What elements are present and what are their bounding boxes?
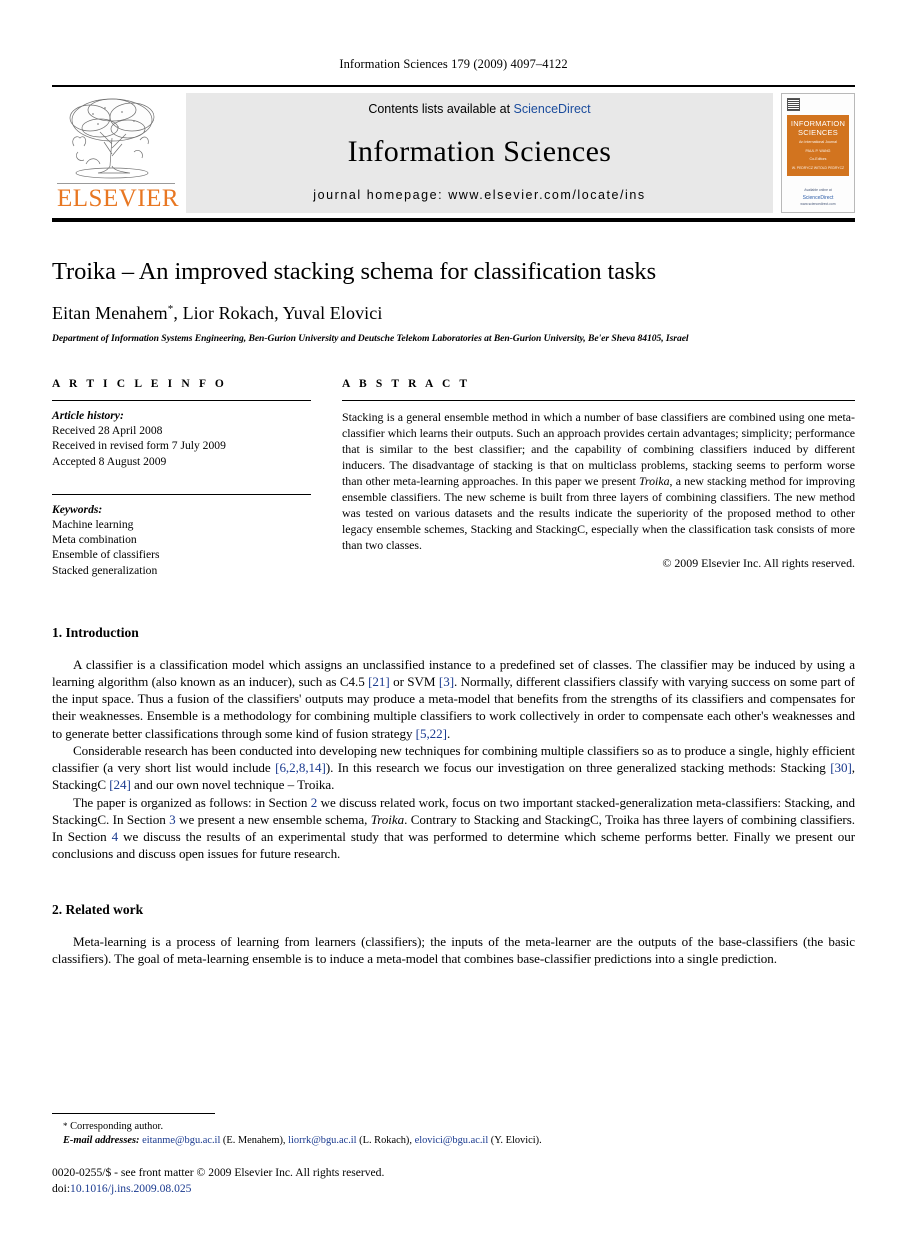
keywords-rule [52,493,311,495]
p1-b: or SVM [389,673,439,689]
doi-line: doi:10.1016/j.ins.2009.08.025 [52,1181,855,1196]
p3-e: we discuss the results of an experimenta… [52,829,855,862]
article-history-group: Article history: Received 28 April 2008 … [52,408,311,469]
email-name-1: (E. Menahem), [220,1134,289,1146]
elsevier-tree-icon [69,98,155,179]
column-gap [311,378,342,578]
keyword-item: Stacked generalization [52,563,158,577]
email-link-2[interactable]: liorrk@bgu.ac.il [288,1135,356,1146]
keyword-item: Meta combination [52,533,137,547]
asterisk-icon: * [63,1121,68,1132]
article-info-column: A R T I C L E I N F O Article history: R… [52,378,311,578]
keyword-item: Machine learning [52,517,134,531]
history-item: Received 28 April 2008 [52,424,163,438]
citation-24[interactable]: [24] [109,777,131,792]
cover-line-3: An International Journal [799,140,837,145]
cover-line-6: Co-Editors [809,157,827,162]
citation-21[interactable]: [21] [368,674,390,689]
affiliation: Department of Information Systems Engine… [52,333,689,344]
article-history-label: Article history: [52,409,124,422]
article-info-rule [52,400,311,401]
p3-troika-italic: Troika [370,811,405,827]
elsevier-logo: ELSEVIER [52,93,180,213]
abstract-troika-italic: Troika [639,474,670,488]
article-info-heading: A R T I C L E I N F O [52,378,227,390]
footnote-rule [52,1113,215,1115]
email-link-1[interactable]: eitanme@bgu.ac.il [142,1135,220,1146]
email-link-3[interactable]: elovici@bgu.ac.il [415,1135,489,1146]
section-heading-introduction: 1. Introduction [52,624,139,640]
p1-d: . [446,725,451,741]
history-item: Received in revised form 7 July 2009 [52,439,226,453]
elsevier-mark-icon [787,98,800,111]
running-head: Information Sciences 179 (2009) 4097–412… [339,57,568,71]
cover-line-7: W. PEDRYCZ WITOLD PEDRYCZ [791,166,845,171]
journal-homepage[interactable]: journal homepage: www.elsevier.com/locat… [313,188,645,202]
abstract-heading: A B S T R A C T [342,378,471,390]
elsevier-wordmark: ELSEVIER [57,183,180,212]
section-heading-related-work: 2. Related work [52,901,144,917]
page-title: Troika – An improved stacking schema for… [52,258,657,285]
cover-title-block: INFORMATION SCIENCES An International Jo… [787,115,849,177]
keyword-item: Ensemble of classifiers [52,548,160,562]
journal-title: Information Sciences [347,135,612,168]
author-list: Eitan Menahem*, Lior Rokach, Yuval Elovi… [52,303,855,324]
sciencedirect-link[interactable]: ScienceDirect [514,102,591,116]
abstract-rule [342,400,855,401]
intro-paragraph-3: The paper is organized as follows: in Se… [52,794,855,863]
related-work-paragraph-1: Meta-learning is a process of learning f… [52,933,855,966]
p3-a: The paper is organized as follows: in Se… [73,794,311,810]
cover-line-2: SCIENCES [798,127,838,137]
p2-d: and our own novel technique – Troika. [130,777,335,793]
abstract-column: A B S T R A C T Stacking is a general en… [342,378,855,578]
intro-paragraph-1: A classifier is a classification model w… [52,656,855,742]
email-addresses-note: E-mail addresses: eitanme@bgu.ac.il (E. … [52,1134,855,1148]
intro-paragraph-2: Considerable research has been conducted… [52,742,855,794]
issn-line: 0020-0255/$ - see front matter © 2009 El… [52,1166,385,1180]
p3-c: we present a new ensemble schema, [175,811,371,827]
journal-cover-thumbnail: INFORMATION SCIENCES An International Jo… [781,93,855,213]
citation-3[interactable]: [3] [439,674,454,689]
footnotes: * Corresponding author. E-mail addresses… [52,1113,855,1196]
cover-footer: Available online at ScienceDirect www.sc… [782,188,854,207]
contents-prefix: Contents lists available at [368,102,514,116]
keywords-label: Keywords: [52,502,103,516]
history-item: Accepted 8 August 2009 [52,454,167,468]
journal-band: Contents lists available at ScienceDirec… [186,93,773,213]
citation-5-22[interactable]: [5,22] [416,726,447,741]
imprint-block: 0020-0255/$ - see front matter © 2009 El… [52,1165,855,1196]
corresponding-author-text: Corresponding author. [70,1121,164,1133]
cover-line-5: PAUL P. WANG [805,148,831,153]
corresponding-author-note: * Corresponding author. [52,1120,855,1134]
p2-b: ). In this research we focus our investi… [325,760,831,776]
keywords-group: Keywords: Machine learning Meta combinat… [52,502,311,578]
email-name-2: (L. Rokach), [356,1134,415,1146]
paper-page: Information Sciences 179 (2009) 4097–412… [0,0,907,1238]
contents-available-line: Contents lists available at ScienceDirec… [368,102,590,116]
email-name-3: (Y. Elovici). [488,1134,542,1146]
citation-6-2-8-14[interactable]: [6,2,8,14] [275,760,326,775]
journal-masthead: ELSEVIER Contents lists available at Sci… [52,85,855,222]
citation-30[interactable]: [30] [830,760,852,775]
doi-label: doi: [52,1181,71,1195]
abstract-text: Stacking is a general ensemble method in… [342,409,855,553]
authors-names: Eitan Menahem*, Lior Rokach, Yuval Elovi… [52,303,383,323]
corresponding-marker: * [167,303,174,315]
email-label: E-mail addresses: [63,1134,140,1146]
cover-foot-3: www.sciencedirect.com [800,201,836,206]
cover-foot-2: ScienceDirect [802,194,834,201]
abstract-copyright: © 2009 Elsevier Inc. All rights reserved… [662,556,855,570]
info-abstract-columns: A R T I C L E I N F O Article history: R… [52,378,855,578]
doi-link[interactable]: 10.1016/j.ins.2009.08.025 [70,1182,191,1195]
